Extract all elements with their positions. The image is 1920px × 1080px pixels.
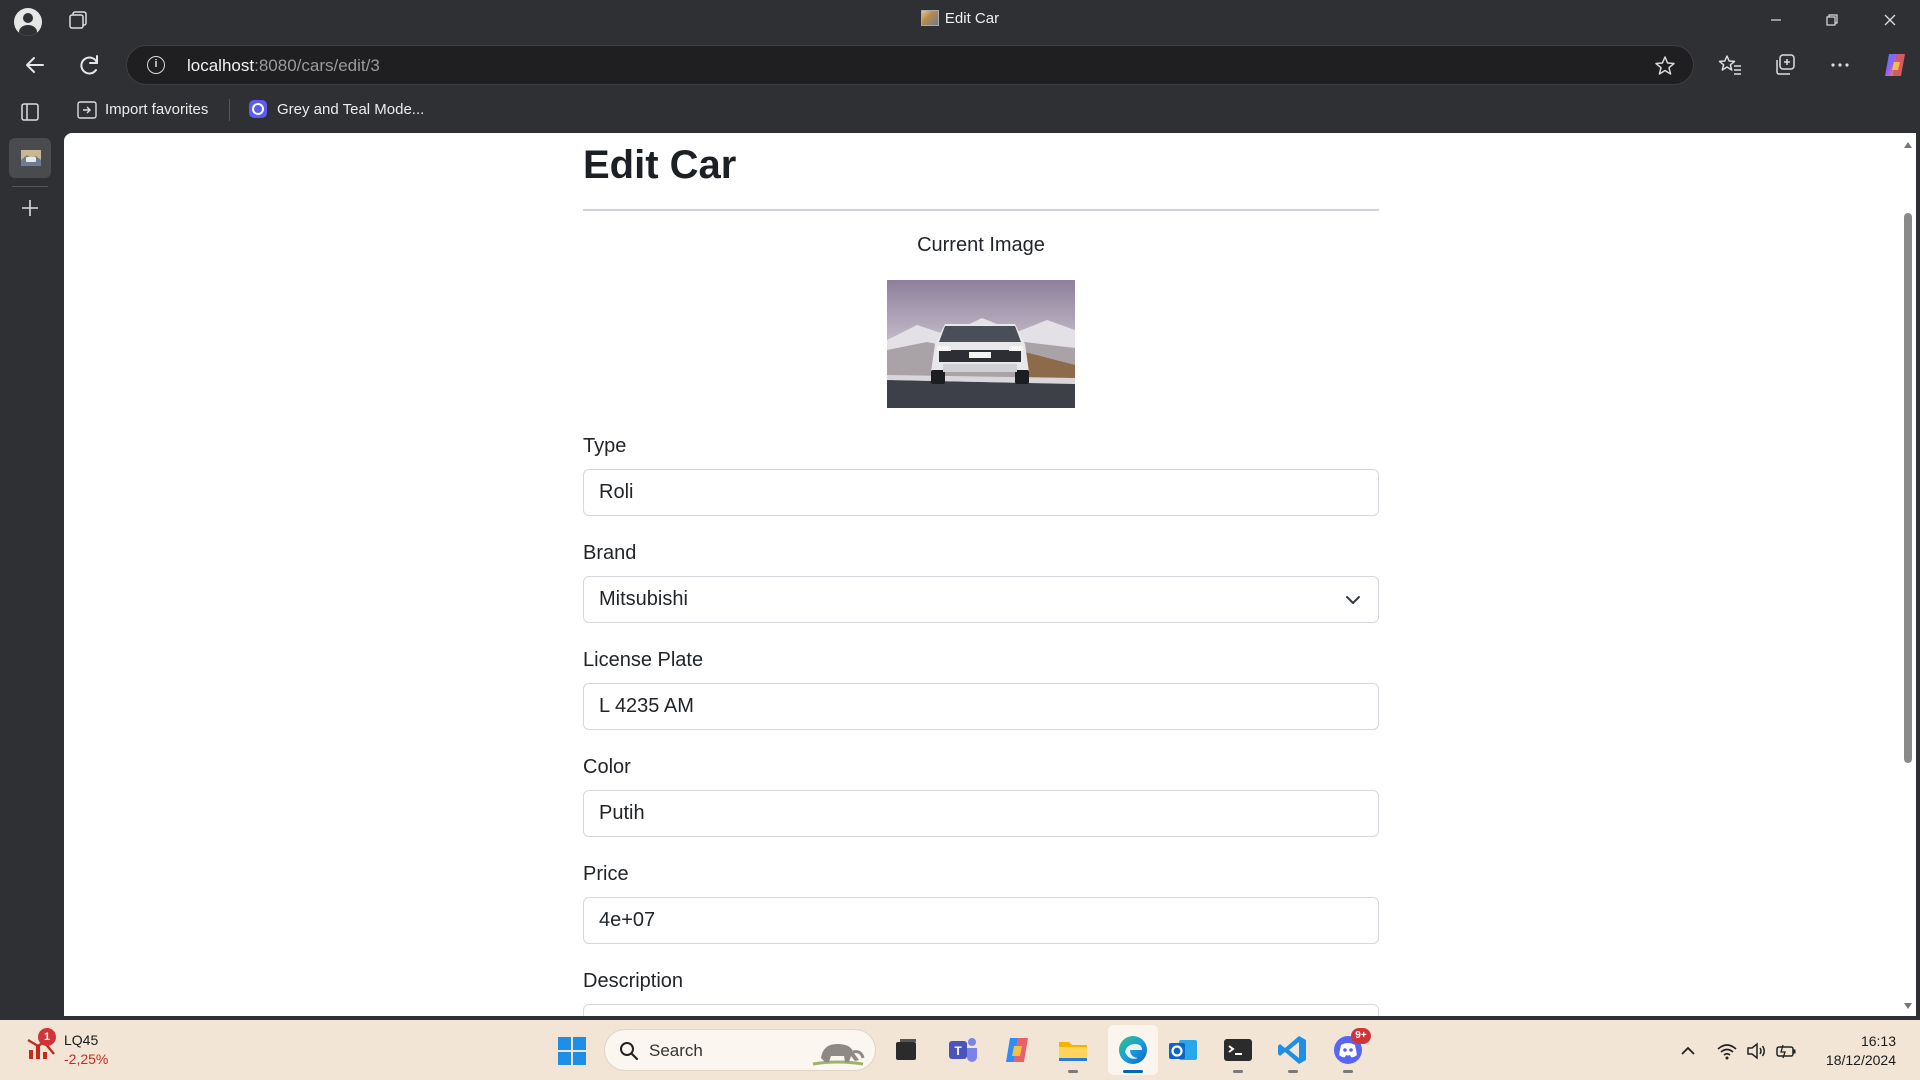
minimize-icon [1771, 19, 1781, 21]
brand-select[interactable]: Mitsubishi [583, 576, 1379, 623]
color-input[interactable]: Putih [583, 790, 1379, 837]
page-title: Edit Car [583, 143, 737, 187]
taskbar-search[interactable]: Search [604, 1029, 876, 1071]
clock-date: 18/12/2024 [1825, 1052, 1896, 1068]
tab-actions-icon[interactable] [18, 100, 42, 124]
description-textarea[interactable] [583, 1004, 1379, 1016]
edge-icon[interactable] [1115, 1032, 1151, 1068]
copilot-icon[interactable] [1880, 50, 1910, 80]
chevron-down-icon [1346, 596, 1360, 604]
add-favorite-star-icon[interactable] [1653, 54, 1677, 78]
address-bar[interactable]: i localhost:8080/cars/edit/3 [126, 45, 1694, 85]
search-placeholder: Search [649, 1041, 703, 1060]
bookmark-import-favorites[interactable]: Import favorites [105, 98, 208, 122]
current-car-image [887, 280, 1075, 408]
close-icon [1884, 14, 1896, 26]
vscode-running-indicator [1288, 1070, 1298, 1073]
bookmark-grey-teal[interactable]: Grey and Teal Mode... [277, 98, 424, 122]
copilot-taskbar-icon[interactable] [1000, 1032, 1036, 1068]
stock-change: -2,25% [64, 1051, 109, 1067]
clock-time: 16:13 [1860, 1033, 1896, 1049]
color-label: Color [583, 756, 631, 778]
sidebar-divider [12, 186, 48, 187]
new-tab-plus-icon[interactable] [18, 196, 42, 220]
page-scrollbar[interactable] [1900, 133, 1916, 1016]
collections-icon[interactable] [1772, 52, 1798, 78]
taskbar: 1 LQ45 -2,25% Search T 9+ 16:13 18/12/20… [0, 1020, 1920, 1080]
scroll-down-arrow-icon[interactable] [1903, 1002, 1913, 1010]
stock-name[interactable]: LQ45 [64, 1032, 98, 1048]
windows-start-icon[interactable] [557, 1036, 587, 1066]
stock-notification-badge: 1 [38, 1028, 56, 1046]
search-highlight-elephant-icon [812, 1044, 865, 1066]
scroll-up-arrow-icon[interactable] [1903, 141, 1913, 149]
import-favorites-icon [77, 101, 97, 119]
type-input[interactable]: Roli [583, 469, 1379, 516]
volume-icon[interactable] [1745, 1040, 1767, 1062]
search-icon [620, 1042, 639, 1061]
window-title-text: Edit Car [944, 10, 1000, 27]
more-options-icon[interactable] [1827, 52, 1853, 78]
close-button[interactable] [1878, 8, 1902, 32]
url-text[interactable]: localhost:8080/cars/edit/3 [187, 56, 380, 76]
brand-selected-value: Mitsubishi [599, 588, 688, 610]
discord-notification-badge: 9+ [1351, 1028, 1371, 1044]
license-plate-label: License Plate [583, 649, 704, 671]
explorer-running-indicator [1068, 1070, 1078, 1073]
title-divider [583, 209, 1379, 211]
restore-icon [1826, 14, 1838, 26]
url-path: :8080/cars/edit/3 [254, 56, 380, 75]
title-bar: Edit Car [0, 0, 1920, 40]
scrollbar-thumb[interactable] [1904, 213, 1912, 763]
brand-label: Brand [583, 542, 637, 564]
tab-favicon-icon [920, 10, 939, 26]
back-arrow-icon[interactable] [21, 51, 49, 79]
terminal-running-indicator [1233, 1070, 1243, 1073]
refresh-icon[interactable] [76, 51, 104, 79]
teams-icon[interactable]: T [945, 1032, 981, 1068]
current-image-label: Current Image [917, 234, 1045, 256]
restore-button[interactable] [1820, 8, 1844, 32]
outlook-icon[interactable] [1165, 1032, 1201, 1068]
file-explorer-icon[interactable] [1055, 1032, 1091, 1068]
price-label: Price [583, 863, 629, 885]
window-title: Edit Car [0, 10, 1920, 27]
discord-running-indicator [1343, 1070, 1353, 1073]
tab-favicon-edit-car-icon[interactable] [19, 146, 43, 170]
description-label: Description [583, 970, 684, 992]
bookmark-separator [229, 99, 230, 121]
wifi-icon[interactable] [1716, 1040, 1738, 1062]
edge-running-indicator [1123, 1070, 1143, 1073]
system-clock[interactable]: 16:13 18/12/2024 [1826, 1032, 1896, 1070]
show-hidden-icons-chevron-up-icon[interactable] [1677, 1040, 1699, 1062]
battery-icon[interactable] [1775, 1040, 1797, 1062]
type-label: Type [583, 435, 627, 457]
site-info-icon[interactable]: i [147, 56, 165, 74]
vscode-icon[interactable] [1275, 1032, 1311, 1068]
license-plate-input[interactable]: L 4235 AM [583, 683, 1379, 730]
url-host: localhost [187, 56, 255, 75]
canva-bookmark-icon [249, 100, 267, 118]
svg-text:T: T [954, 1044, 962, 1058]
favorites-icon[interactable] [1717, 52, 1743, 78]
task-view-icon[interactable] [888, 1032, 924, 1068]
price-input[interactable]: 4e+07 [583, 897, 1379, 944]
minimize-button[interactable] [1764, 8, 1788, 32]
page-viewport: Edit Car Current Image Type Roli Brand M… [64, 133, 1916, 1016]
terminal-icon[interactable] [1220, 1032, 1256, 1068]
